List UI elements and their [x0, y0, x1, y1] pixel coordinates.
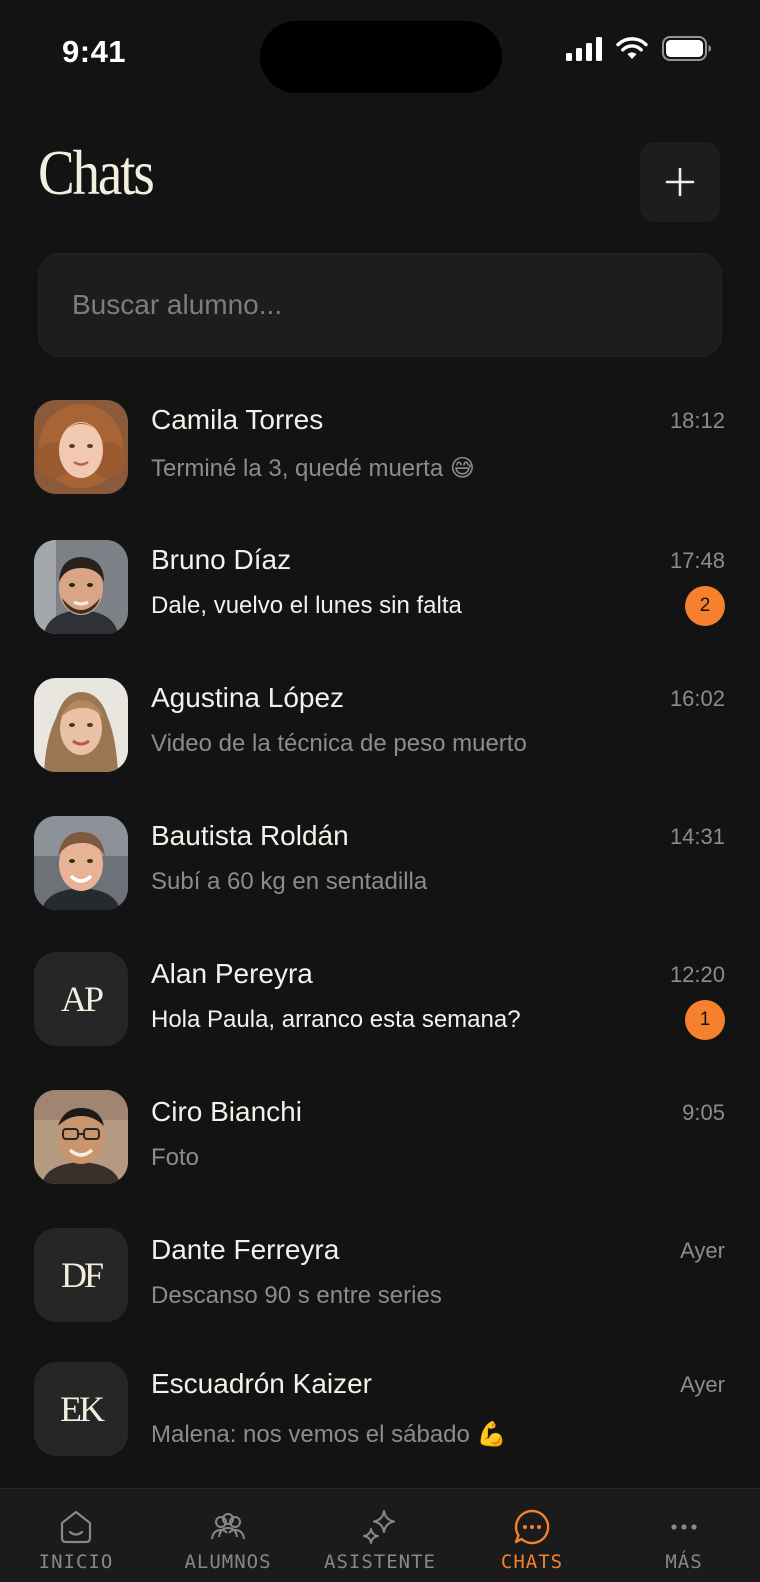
- chat-preview: Video de la técnica de peso muerto: [151, 730, 527, 757]
- avatar-initials: DF: [60, 1255, 104, 1295]
- chat-row-bruno-diaz[interactable]: Bruno Díaz Dale, vuelvo el lunes sin fal…: [0, 534, 760, 664]
- wifi-icon: [616, 36, 648, 59]
- dynamic-island: [260, 21, 502, 93]
- chat-row-escuadron-kaizer[interactable]: EK Escuadrón Kaizer Malena: nos vemos el…: [0, 1362, 760, 1492]
- chat-time: Ayer: [680, 1238, 725, 1263]
- tab-mas[interactable]: MÁS: [608, 1489, 760, 1582]
- chat-preview: Subí a 60 kg en sentadilla: [151, 868, 428, 895]
- sparkle-icon: [363, 1510, 395, 1544]
- chat-time: 9:05: [682, 1100, 725, 1125]
- new-chat-button[interactable]: [640, 142, 720, 222]
- chat-name: Camila Torres: [151, 404, 324, 435]
- battery-icon: [662, 36, 711, 61]
- avatar: DF: [34, 1228, 128, 1322]
- chat-preview: Terminé la 3, quedé muerta 😅: [151, 455, 475, 482]
- avatar: AP: [34, 952, 128, 1046]
- chat-row-camila-torres[interactable]: Camila Torres Terminé la 3, quedé muerta…: [0, 394, 760, 524]
- chat-name: Escuadrón Kaizer: [151, 1368, 373, 1399]
- chat-name: Bruno Díaz: [151, 544, 292, 575]
- avatar: [34, 816, 128, 910]
- status-icons: [566, 36, 712, 61]
- chat-preview: Foto: [151, 1144, 200, 1171]
- cellular-signal-icon: [566, 36, 602, 61]
- chat-name: Alan Pereyra: [151, 958, 313, 989]
- chat-row-ciro-bianchi[interactable]: Ciro Bianchi Foto 9:05: [0, 1086, 760, 1216]
- chat-name: Dante Ferreyra: [151, 1234, 340, 1265]
- tab-label: ASISTENTE: [324, 1551, 436, 1573]
- tab-asistente[interactable]: ASISTENTE: [304, 1489, 456, 1582]
- more-dots-icon: [671, 1524, 697, 1530]
- search-input[interactable]: [72, 289, 692, 321]
- unread-badge: 2: [685, 586, 725, 626]
- status-bar: 9:41: [0, 0, 760, 100]
- avatar: [34, 540, 128, 634]
- chat-bubble-icon: [514, 1509, 550, 1545]
- home-icon: [60, 1510, 92, 1544]
- unread-badge: 1: [685, 1000, 725, 1040]
- chat-time: 16:02: [669, 686, 725, 711]
- chat-row-alan-pereyra[interactable]: AP Alan Pereyra Hola Paula, arranco esta…: [0, 948, 760, 1078]
- users-icon: [211, 1513, 245, 1540]
- avatar: [34, 400, 128, 494]
- avatar-initials: EK: [60, 1389, 105, 1429]
- chat-preview: Descanso 90 s entre series: [151, 1282, 442, 1309]
- tab-chats[interactable]: CHATS: [456, 1489, 608, 1582]
- chat-name: Bautista Roldán: [151, 820, 349, 851]
- tab-bar: INICIO ALUMNOS ASISTENTE CHATS MÁS: [0, 1488, 760, 1582]
- plus-icon: [665, 167, 695, 197]
- tab-label: MÁS: [665, 1551, 703, 1573]
- chat-row-agustina-lopez[interactable]: Agustina López Video de la técnica de pe…: [0, 672, 760, 802]
- chat-row-bautista-roldan[interactable]: Bautista Roldán Subí a 60 kg en sentadil…: [0, 810, 760, 940]
- avatar: [34, 1090, 128, 1184]
- avatar: EK: [34, 1362, 128, 1456]
- page-title: Chats: [38, 137, 155, 208]
- chat-name: Ciro Bianchi: [151, 1096, 302, 1127]
- status-time: 9:41: [62, 34, 127, 69]
- chat-time: Ayer: [680, 1372, 725, 1397]
- avatar: [34, 678, 128, 772]
- chat-preview: Hola Paula, arranco esta semana?: [151, 1006, 521, 1033]
- chat-name: Agustina López: [151, 682, 345, 713]
- chat-time: 14:31: [669, 824, 725, 849]
- search-box[interactable]: [38, 253, 722, 357]
- chat-time: 18:12: [669, 408, 725, 433]
- tab-alumnos[interactable]: ALUMNOS: [152, 1489, 304, 1582]
- tab-label: INICIO: [38, 1551, 114, 1573]
- chat-row-dante-ferreyra[interactable]: DF Dante Ferreyra Descanso 90 s entre se…: [0, 1224, 760, 1354]
- tab-label: CHATS: [500, 1551, 564, 1573]
- chat-preview: Malena: nos vemos el sábado 💪: [151, 1421, 507, 1448]
- avatar-initials: AP: [60, 979, 104, 1019]
- chat-time: 17:48: [669, 548, 725, 573]
- tab-inicio[interactable]: INICIO: [0, 1489, 152, 1582]
- tab-label: ALUMNOS: [184, 1551, 272, 1573]
- chat-preview: Dale, vuelvo el lunes sin falta: [151, 592, 462, 619]
- chat-time: 12:20: [669, 962, 725, 987]
